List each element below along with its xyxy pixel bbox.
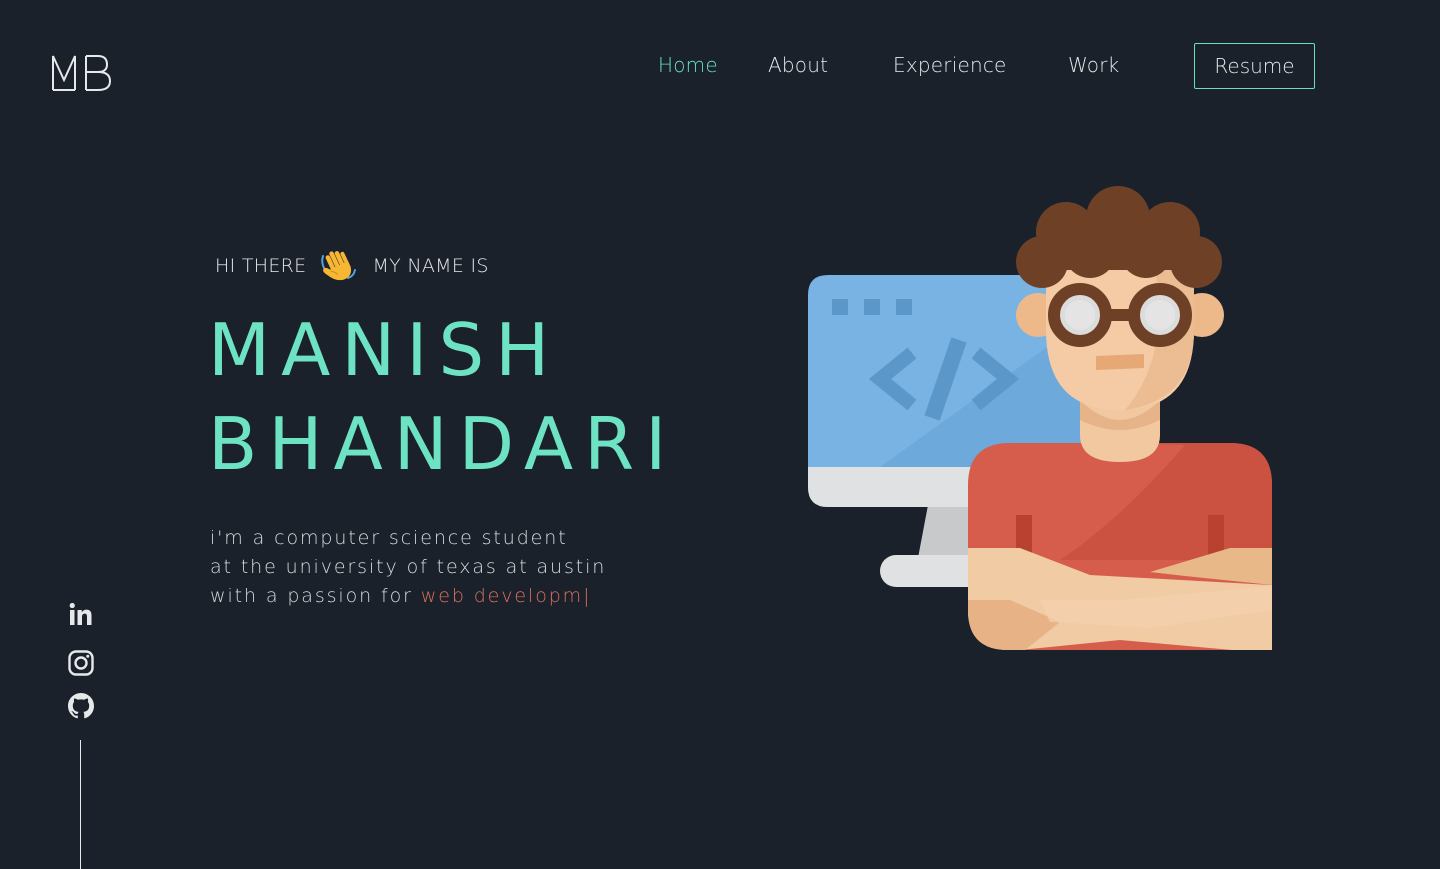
typed-text: web developm| bbox=[420, 585, 592, 607]
tagline-line-3-prefix: with a passion for bbox=[210, 585, 421, 607]
instagram-icon[interactable] bbox=[66, 648, 96, 678]
nav-item-experience[interactable]: Experience bbox=[893, 53, 1007, 77]
main-nav: Home About Experience Work Resume bbox=[0, 0, 1440, 134]
waving-hand-icon bbox=[321, 251, 357, 281]
tagline-line-1: i'm a computer science student bbox=[210, 527, 568, 549]
first-name-heading: MANISH bbox=[208, 308, 561, 392]
greeting-start: HI THERE bbox=[215, 255, 307, 277]
greeting: HI THERE MY NAME IS bbox=[215, 246, 489, 286]
nav-item-about[interactable]: About bbox=[768, 53, 828, 77]
last-name-heading: BHANDARI bbox=[208, 402, 678, 486]
nav-item-work[interactable]: Work bbox=[1068, 53, 1119, 77]
social-rail-line bbox=[80, 740, 81, 869]
nav-item-home[interactable]: Home bbox=[658, 53, 718, 77]
portfolio-page: MB Home About Experience Work Resume HI … bbox=[0, 0, 1440, 869]
github-icon[interactable] bbox=[66, 691, 96, 721]
developer-illustration bbox=[808, 186, 1272, 650]
tagline: i'm a computer science student at the un… bbox=[210, 524, 606, 611]
tagline-line-2: at the university of texas at austin bbox=[210, 556, 607, 578]
linkedin-icon[interactable] bbox=[66, 600, 96, 630]
tagline-line-3: with a passion for web developm| bbox=[210, 582, 606, 611]
greeting-end: MY NAME IS bbox=[372, 255, 489, 277]
resume-button[interactable]: Resume bbox=[1194, 43, 1315, 89]
